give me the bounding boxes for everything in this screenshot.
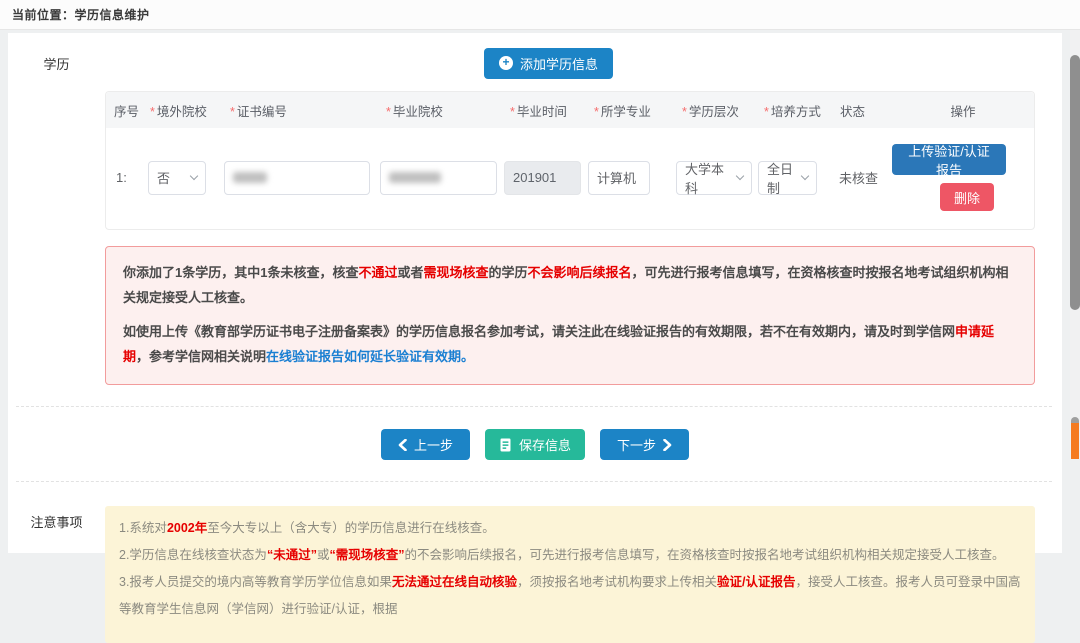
notes-box: 1.系统对2002年至今大专以上（含大专）的学历信息进行在线核查。 2.学历信息… (105, 506, 1035, 643)
table-header-row: 序号 *境外院校 *证书编号 *毕业院校 *毕业时间 *所学专业 *学历层次 *… (106, 92, 1034, 128)
notice-paragraph-2: 如使用上传《教育部学历证书电子注册备案表》的学历信息报名参加考试，请关注此在线验… (123, 319, 1017, 369)
text-segment: “需现场核查” (329, 548, 404, 562)
delete-button[interactable]: 删除 (940, 183, 994, 211)
plus-circle-icon: + (499, 56, 513, 70)
text-segment: 如使用上传《教育部学历证书电子注册备案表》的学历信息报名参加考试，请关注此在线验… (123, 324, 955, 339)
text-segment: 2.学历信息在线核查状态为 (119, 548, 267, 562)
col-header-index: 序号 (106, 101, 144, 120)
dashed-divider (16, 481, 1052, 482)
text-segment: ，参考学信网相关说明 (136, 349, 266, 364)
status-text: 未核查 (826, 168, 892, 187)
chevron-down-icon (801, 172, 809, 180)
scrollbar-thumb[interactable] (1070, 55, 1080, 310)
verification-notice-box: 你添加了1条学历，其中1条未核查，核查不通过或者需现场核查的学历不会影响后续报名… (105, 246, 1035, 385)
education-row: 1: 否 201901 计算机 大学本科 (106, 128, 1034, 229)
text-segment: 3.报考人员提交的境内高等教育学历学位信息如果 (119, 575, 392, 589)
text-segment: 的学历 (489, 265, 528, 280)
note-item-1: 1.系统对2002年至今大专以上（含大专）的学历信息进行在线核查。 (119, 515, 1021, 542)
dashed-divider (16, 406, 1052, 407)
col-header-operation: 操作 (892, 101, 1034, 120)
text-segment: 至今大专以上（含大专）的学历信息进行在线核查。 (207, 521, 495, 535)
col-header-certificate: *证书编号 (224, 101, 380, 120)
redacted-value (233, 172, 267, 183)
breadcrumb-bar: 当前位置：学历信息维护 (0, 0, 1080, 30)
chevron-right-icon (663, 439, 672, 451)
col-header-level: *学历层次 (676, 101, 758, 120)
inline-link[interactable]: 在线验证报告如何延长验证有效期。 (266, 349, 474, 364)
education-table: 序号 *境外院校 *证书编号 *毕业院校 *毕业时间 *所学专业 *学历层次 *… (105, 91, 1035, 230)
orange-scroll-indicator[interactable] (1071, 423, 1079, 459)
chevron-down-icon (736, 172, 744, 180)
certificate-number-input[interactable] (224, 161, 370, 195)
prev-step-button[interactable]: 上一步 (381, 429, 470, 460)
education-section-label: 学历 (8, 54, 105, 73)
text-segment: 2002年 (167, 521, 207, 535)
save-info-button[interactable]: 保存信息 (485, 429, 585, 460)
add-education-button[interactable]: + 添加学历信息 (484, 48, 613, 79)
text-segment: 需现场核查 (424, 265, 489, 280)
breadcrumb: 当前位置：学历信息维护 (12, 6, 150, 23)
operation-cell: 上传验证/认证报告 删除 (892, 144, 1034, 211)
text-segment: 无法通过在线自动核验 (392, 575, 517, 589)
text-segment: 或 (317, 548, 330, 562)
text-segment: ，须按报名地考试机构要求上传相关 (517, 575, 717, 589)
text-segment: 1.系统对 (119, 521, 167, 535)
text-segment: 你添加了1条学历，其中1条未核查，核查 (123, 265, 358, 280)
redacted-value (389, 172, 441, 183)
training-mode-select[interactable]: 全日制 (758, 161, 817, 195)
text-segment: 验证/认证报告 (717, 575, 795, 589)
notice-paragraph-1: 你添加了1条学历，其中1条未核查，核查不通过或者需现场核查的学历不会影响后续报名… (123, 260, 1017, 310)
text-segment: “未通过” (267, 548, 317, 562)
text-segment: 不通过 (358, 265, 397, 280)
major-input[interactable]: 计算机 (588, 161, 650, 195)
text-segment: 的不会影响后续报名，可先进行报考信息填写，在资格核查时按报名地考试组织机构相关规… (404, 548, 1004, 562)
step-actions: 上一步 保存信息 下一步 (8, 429, 1062, 460)
graduation-school-input[interactable] (380, 161, 497, 195)
text-segment: 或者 (397, 265, 423, 280)
text-segment: 不会影响后续报名 (528, 265, 632, 280)
document-save-icon (499, 438, 512, 452)
next-step-button[interactable]: 下一步 (600, 429, 689, 460)
note-item-3: 3.报考人员提交的境内高等教育学历学位信息如果无法通过在线自动核验，须按报名地考… (119, 569, 1021, 623)
content-card: 学历 + 添加学历信息 序号 *境外院校 *证书编号 *毕业院校 *毕业时间 *… (8, 33, 1062, 553)
row-index: 1: (106, 170, 144, 185)
chevron-left-icon (398, 439, 407, 451)
overseas-school-select[interactable]: 否 (148, 161, 206, 195)
col-header-status: 状态 (826, 101, 892, 120)
col-header-school: *毕业院校 (380, 101, 504, 120)
col-header-grad-time: *毕业时间 (504, 101, 588, 120)
notes-label: 注意事项 (8, 506, 105, 531)
note-item-2: 2.学历信息在线核查状态为“未通过”或“需现场核查”的不会影响后续报名，可先进行… (119, 542, 1021, 569)
graduation-time-input: 201901 (504, 161, 581, 195)
col-header-major: *所学专业 (588, 101, 676, 120)
col-header-mode: *培养方式 (758, 101, 826, 120)
col-header-overseas: *境外院校 (144, 101, 224, 120)
education-level-select[interactable]: 大学本科 (676, 161, 752, 195)
chevron-down-icon (190, 172, 198, 180)
add-education-label: 添加学历信息 (520, 54, 598, 73)
upload-report-button[interactable]: 上传验证/认证报告 (892, 144, 1006, 175)
